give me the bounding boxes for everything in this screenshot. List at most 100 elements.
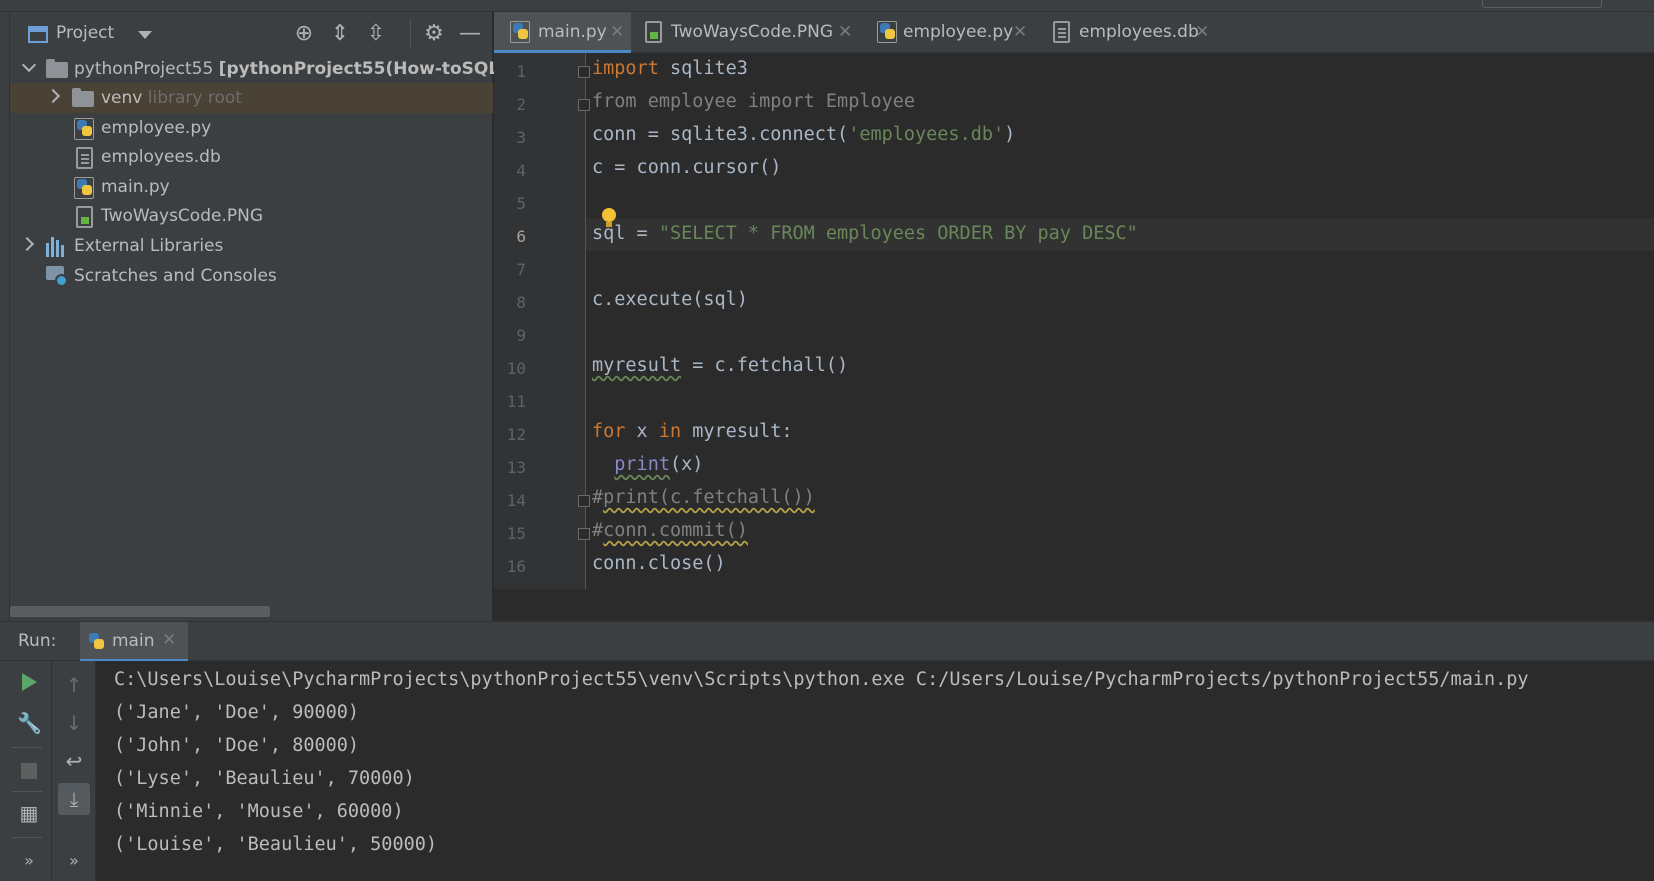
chevron-right-icon[interactable] <box>19 236 35 252</box>
console-line: ('Lyse', 'Beaulieu', 70000) <box>114 768 415 789</box>
scroll-to-end-icon[interactable]: ⤓ <box>62 787 86 811</box>
close-icon[interactable]: ✕ <box>610 12 624 53</box>
line-number: 13 <box>506 458 526 477</box>
chevron-down-icon[interactable] <box>21 57 37 73</box>
console-line: ('Minnie', 'Mouse', 60000) <box>114 801 404 822</box>
header-separator <box>410 20 411 48</box>
tree-item-scratches[interactable]: Scratches and Consoles <box>10 261 493 291</box>
run-tab-main[interactable]: main ✕ <box>80 622 188 662</box>
code-line-8[interactable]: c.execute(sql) <box>592 289 748 310</box>
project-window-icon <box>28 26 48 43</box>
python-file-icon <box>74 118 94 140</box>
code-line-3[interactable]: conn = sqlite3.connect('employees.db') <box>592 124 1015 145</box>
line-number: 12 <box>506 425 526 444</box>
run-toolbar-right: ↑ ↓ ↩ ⤓ » <box>52 661 96 881</box>
run-toolbar-left: 🔧 ▦ » <box>0 661 52 881</box>
close-icon[interactable]: ✕ <box>838 12 852 53</box>
tab-employee-py[interactable]: employee.py ✕ <box>861 12 1037 53</box>
run-panel-label: Run: <box>18 631 57 651</box>
line-number: 8 <box>516 293 526 312</box>
line-number-gutter: 1 2 3 4 5 6 7 8 9 10 11 12 13 14 15 16 <box>494 53 590 589</box>
more-tools-icon[interactable]: » <box>17 849 41 873</box>
line-number: 2 <box>516 95 526 114</box>
tree-item-hint: library root <box>147 88 242 108</box>
line-number: 11 <box>506 392 526 411</box>
code-line-12[interactable]: for x in myresult: <box>592 421 793 442</box>
python-icon <box>86 631 106 653</box>
tree-item-twowayscode-png[interactable]: TwoWaysCode.PNG <box>10 201 493 231</box>
view-dropdown-icon[interactable] <box>138 31 152 39</box>
rerun-play-icon[interactable] <box>22 673 37 691</box>
code-line-16[interactable]: conn.close() <box>592 553 726 574</box>
stop-icon[interactable] <box>21 763 37 779</box>
fold-marker-icon[interactable] <box>578 495 590 507</box>
fold-marker-icon[interactable] <box>578 99 590 111</box>
expand-all-icon[interactable]: ⇕ <box>328 22 352 46</box>
code-line-15[interactable]: #conn.commit() <box>592 520 748 541</box>
tab-main-py[interactable]: main.py ✕ <box>494 12 631 53</box>
tree-item-main-py[interactable]: main.py <box>10 172 493 202</box>
code-line-4[interactable]: c = conn.cursor() <box>592 157 781 178</box>
text-file-icon <box>76 147 93 169</box>
editor-tabs: main.py ✕ TwoWaysCode.PNG ✕ employee.py … <box>494 12 1654 53</box>
tree-item-label: Scratches and Consoles <box>74 266 277 286</box>
horizontal-scrollbar[interactable] <box>10 606 270 617</box>
layout-icon[interactable]: ▦ <box>17 801 41 825</box>
code-line-1[interactable]: import sqlite3 <box>592 58 748 79</box>
line-number: 14 <box>506 491 526 510</box>
run-tab-label: main <box>112 631 155 651</box>
tree-item-label: TwoWaysCode.PNG <box>101 206 263 226</box>
run-config-button[interactable] <box>1482 0 1602 8</box>
code-line-10[interactable]: myresult = c.fetchall() <box>592 355 848 376</box>
line-number: 6 <box>516 227 526 246</box>
line-number: 10 <box>506 359 526 378</box>
code-line-6[interactable]: sql = "SELECT * FROM employees ORDER BY … <box>592 223 1138 244</box>
wrench-icon[interactable]: 🔧 <box>17 711 42 735</box>
console-output[interactable]: C:\Users\Louise\PycharmProjects\pythonPr… <box>96 661 1654 881</box>
line-number: 4 <box>516 161 526 180</box>
python-file-icon <box>877 21 897 43</box>
console-line: ('John', 'Doe', 80000) <box>114 735 360 756</box>
tab-label: employees.db <box>1079 22 1199 42</box>
chevron-right-icon[interactable] <box>45 88 61 104</box>
tree-item-project-root[interactable]: pythonProject55 [pythonProject55(How-toS… <box>10 54 540 84</box>
code-line-2[interactable]: from employee import Employee <box>592 91 915 112</box>
code-line-13[interactable]: print(x) <box>592 454 703 475</box>
more-actions-icon[interactable]: » <box>62 849 86 873</box>
toolbar-divider <box>12 747 42 748</box>
tree-item-employees-db[interactable]: employees.db <box>10 142 493 172</box>
code-line-14[interactable]: #print(c.fetchall()) <box>592 487 815 508</box>
line-number: 1 <box>516 62 526 81</box>
line-number: 9 <box>516 326 526 345</box>
hide-panel-icon[interactable]: — <box>458 22 482 46</box>
line-number: 3 <box>516 128 526 147</box>
soft-wrap-icon[interactable]: ↩ <box>62 749 86 773</box>
line-number: 15 <box>506 524 526 543</box>
gear-icon[interactable]: ⚙ <box>422 22 446 46</box>
editor-empty-area <box>494 589 1654 621</box>
toolbar-divider <box>12 791 42 792</box>
python-file-icon <box>510 21 530 43</box>
project-panel: Project ⊕ ⇕ ⇳ ⚙ — pythonProject55 [pytho… <box>10 12 540 621</box>
editor-area: main.py ✕ TwoWaysCode.PNG ✕ employee.py … <box>494 12 1654 621</box>
image-file-icon <box>645 21 662 43</box>
collapse-all-icon[interactable]: ⇳ <box>364 22 388 46</box>
arrow-down-icon[interactable]: ↓ <box>62 711 86 735</box>
fold-marker-icon[interactable] <box>578 528 590 540</box>
tab-employees-db[interactable]: employees.db ✕ <box>1037 12 1217 53</box>
tab-twowayscode-png[interactable]: TwoWaysCode.PNG ✕ <box>631 12 861 53</box>
locate-file-icon[interactable]: ⊕ <box>292 22 316 46</box>
tree-item-employee-py[interactable]: employee.py <box>10 113 493 143</box>
toolbar-divider <box>12 837 42 838</box>
close-icon[interactable]: ✕ <box>1013 12 1027 53</box>
python-file-icon <box>74 177 94 199</box>
fold-marker-icon[interactable] <box>578 66 590 78</box>
project-panel-title[interactable]: Project <box>56 23 114 43</box>
tree-item-label: employee.py <box>101 118 212 138</box>
tree-item-venv[interactable]: venv library root <box>10 83 493 113</box>
arrow-up-icon[interactable]: ↑ <box>62 673 86 697</box>
close-icon[interactable]: ✕ <box>1195 12 1209 53</box>
lightbulb-icon[interactable] <box>602 208 616 227</box>
close-icon[interactable]: ✕ <box>162 630 176 650</box>
tree-item-external-libraries[interactable]: External Libraries <box>10 231 493 261</box>
